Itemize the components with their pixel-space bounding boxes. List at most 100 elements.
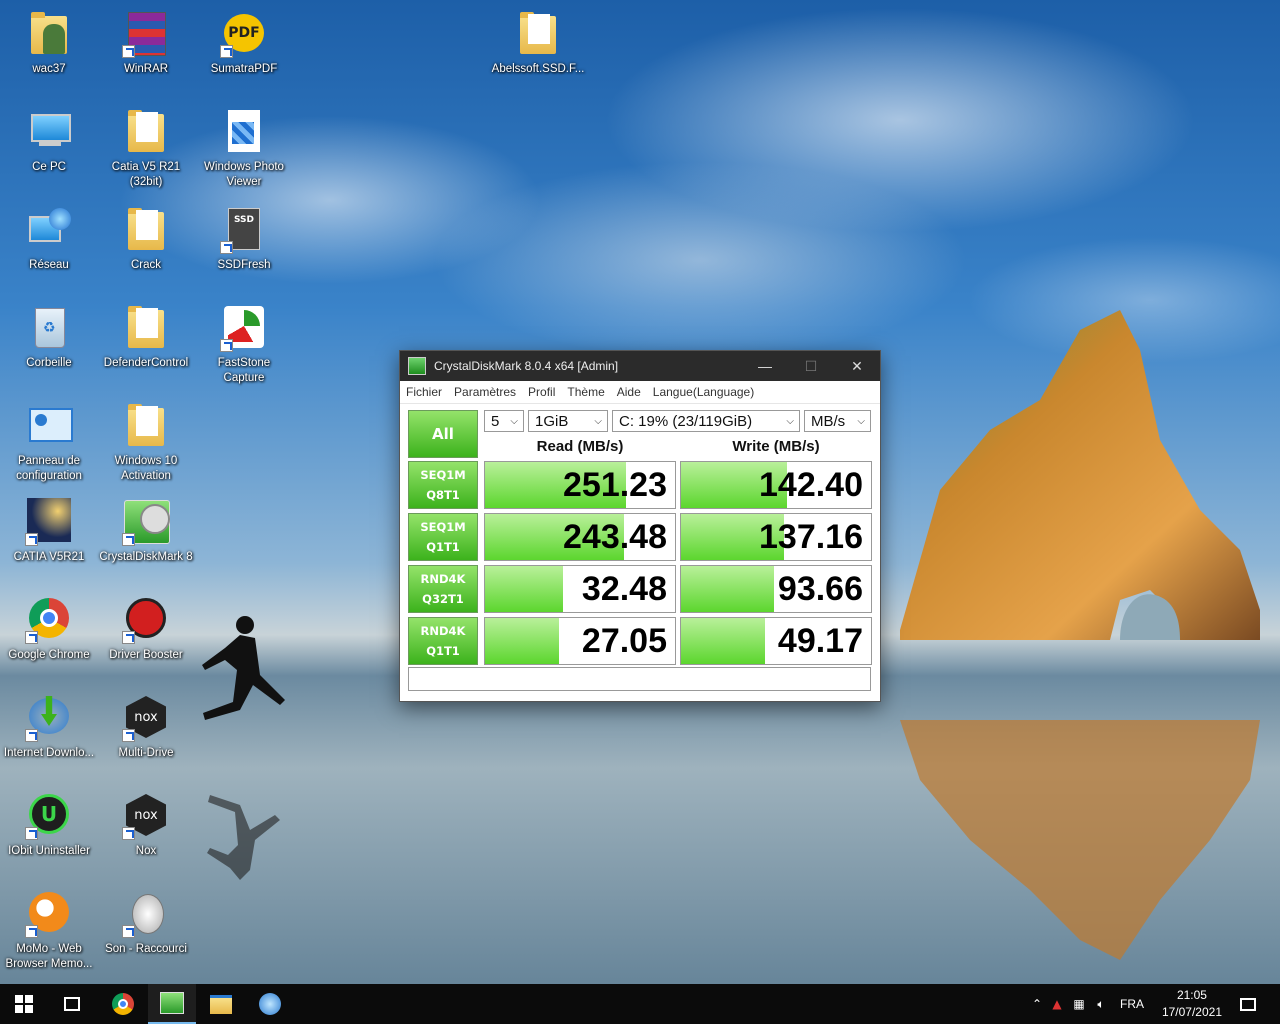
desktop-icon-catia-32[interactable]: Catia V5 R21 (32bit): [98, 108, 194, 190]
test-button-seq1m-q8t1[interactable]: SEQ1M Q8T1: [408, 461, 478, 509]
icon-label: Google Chrome: [8, 649, 90, 661]
clock-date: 17/07/2021: [1161, 1005, 1222, 1019]
chevron-down-icon: ⌵: [786, 415, 794, 427]
desktop-icon-crack[interactable]: Crack: [98, 206, 194, 273]
icon-label: Catia V5 R21 (32bit): [111, 161, 181, 188]
window-title: CrystalDiskMark 8.0.4 x64 [Admin]: [434, 359, 619, 373]
all-button[interactable]: All: [408, 410, 478, 458]
icon-label: FastStone Capture: [217, 357, 271, 384]
menu-parametres[interactable]: Paramètres: [448, 385, 522, 399]
taskbar-crystaldiskmark[interactable]: [148, 984, 196, 1024]
icon-label: MoMo - Web Browser Memo...: [5, 943, 93, 970]
chevron-down-icon: ⌵: [510, 415, 518, 427]
app-tray-icon[interactable]: ▲: [1046, 997, 1068, 1011]
icon-label: SSDFresh: [217, 259, 271, 271]
desktop-icon-winrar[interactable]: WinRAR: [98, 10, 194, 77]
language-indicator[interactable]: FRA: [1112, 997, 1152, 1011]
count-select[interactable]: 5 ⌵: [484, 410, 524, 432]
system-tray: ⌃ ▲ ▦ 🔈︎ FRA: [1028, 984, 1152, 1024]
drive-select[interactable]: C: 19% (23/119GiB) ⌵: [612, 410, 800, 432]
chrome-icon: [112, 993, 134, 1015]
write-value: 93.66: [777, 569, 863, 608]
notification-button[interactable]: [1224, 984, 1272, 1024]
network-icon[interactable]: ▦: [1068, 997, 1090, 1011]
desktop-icon-abelssoft[interactable]: Abelssoft.SSD.F...: [490, 10, 586, 77]
icon-label: Son - Raccourci: [105, 943, 187, 955]
desktop-icon-multi-drive[interactable]: nox Multi-Drive: [98, 694, 194, 761]
comment-field[interactable]: [408, 667, 871, 691]
desktop-icon-catia[interactable]: CATIA V5R21: [1, 498, 97, 565]
chevron-up-icon[interactable]: ⌃: [1028, 997, 1046, 1011]
size-value: 1GiB: [535, 412, 569, 430]
desktop-icon-son[interactable]: Son - Raccourci: [98, 890, 194, 957]
desktop-icon-idm[interactable]: Internet Downlo...: [1, 694, 97, 761]
desktop-icon-panneau[interactable]: Panneau de configuration: [1, 402, 97, 484]
read-bar: [485, 566, 563, 612]
test-params: Q8T1: [426, 488, 460, 502]
taskbar-chrome[interactable]: [99, 984, 147, 1024]
icon-label: Crack: [130, 259, 162, 271]
desktop-icon-defendercontrol[interactable]: DefenderControl: [98, 304, 194, 371]
icon-label: WinRAR: [123, 63, 169, 75]
read-value: 251.23: [563, 465, 667, 504]
desktop-icon-nox[interactable]: nox Nox: [98, 792, 194, 859]
control-panel-icon: [29, 408, 73, 442]
clock-time: 21:05: [1176, 988, 1207, 1002]
clock[interactable]: 21:05 17/07/2021: [1162, 987, 1222, 1021]
menu-fichier[interactable]: Fichier: [400, 385, 448, 399]
desktop-icon-wac37[interactable]: wac37: [1, 10, 97, 77]
read-result: 32.48: [484, 565, 676, 613]
desktop-icon-crystaldiskmark[interactable]: CrystalDiskMark 8: [98, 498, 194, 565]
crystaldiskmark-icon: [160, 992, 184, 1014]
desktop-icon-win10-activation[interactable]: Windows 10 Activation: [98, 402, 194, 484]
icon-label: DefenderControl: [103, 357, 189, 369]
desktop-icon-iobit[interactable]: U IObit Uninstaller: [1, 792, 97, 859]
icon-label: Driver Booster: [109, 649, 183, 661]
icon-label: wac37: [32, 63, 66, 75]
desktop-icon-chrome[interactable]: Google Chrome: [1, 596, 97, 663]
chevron-down-icon: ⌵: [594, 415, 602, 427]
desktop-icon-driver-booster[interactable]: Driver Booster: [98, 596, 194, 663]
test-button-seq1m-q1t1[interactable]: SEQ1M Q1T1: [408, 513, 478, 561]
read-result: 251.23: [484, 461, 676, 509]
menu-profil[interactable]: Profil: [522, 385, 561, 399]
task-view-button[interactable]: [48, 984, 96, 1024]
write-result: 93.66: [680, 565, 872, 613]
desktop-icon-photo-viewer[interactable]: Windows Photo Viewer: [196, 108, 292, 190]
read-bar: [485, 618, 560, 664]
icon-label: SumatraPDF: [210, 63, 278, 75]
count-value: 5: [491, 412, 500, 430]
icon-label: Nox: [135, 845, 157, 857]
desktop-icon-momo[interactable]: MoMo - Web Browser Memo...: [1, 890, 97, 972]
volume-icon[interactable]: 🔈︎: [1090, 997, 1112, 1012]
menu-theme[interactable]: Thème: [561, 385, 610, 399]
size-select[interactable]: 1GiB ⌵: [528, 410, 608, 432]
rock-wallpaper: [900, 310, 1260, 640]
maximize-button[interactable]: ☐: [788, 351, 834, 381]
speaker-icon: [132, 894, 164, 934]
taskbar-file-explorer[interactable]: [197, 984, 245, 1024]
desktop-icon-reseau[interactable]: Réseau: [1, 206, 97, 273]
desktop-icon-ce-pc[interactable]: Ce PC: [1, 108, 97, 175]
close-button[interactable]: ✕: [834, 351, 880, 381]
drive-value: C: 19% (23/119GiB): [619, 412, 753, 430]
menu-langue[interactable]: Langue(Language): [647, 385, 760, 399]
start-button[interactable]: [0, 984, 48, 1024]
read-value: 27.05: [581, 621, 667, 660]
icon-label: IObit Uninstaller: [8, 845, 90, 857]
desktop-icon-ssdfresh[interactable]: SSD SSDFresh: [196, 206, 292, 273]
test-button-rnd4k-q32t1[interactable]: RND4K Q32T1: [408, 565, 478, 613]
minimize-button[interactable]: —: [742, 351, 788, 381]
test-name: RND4K: [420, 624, 466, 638]
menu-aide[interactable]: Aide: [611, 385, 647, 399]
taskbar-idm[interactable]: [246, 984, 294, 1024]
crystaldiskmark-window: CrystalDiskMark 8.0.4 x64 [Admin] — ☐ ✕ …: [399, 350, 881, 702]
desktop-icon-sumatrapdf[interactable]: PDF SumatraPDF: [196, 10, 292, 77]
unit-select[interactable]: MB/s ⌵: [804, 410, 871, 432]
write-result: 49.17: [680, 617, 872, 665]
write-result: 142.40: [680, 461, 872, 509]
title-bar[interactable]: CrystalDiskMark 8.0.4 x64 [Admin] — ☐ ✕: [400, 351, 880, 381]
desktop-icon-corbeille[interactable]: ♻ Corbeille: [1, 304, 97, 371]
test-button-rnd4k-q1t1[interactable]: RND4K Q1T1: [408, 617, 478, 665]
desktop-icon-faststone[interactable]: FastStone Capture: [196, 304, 292, 386]
